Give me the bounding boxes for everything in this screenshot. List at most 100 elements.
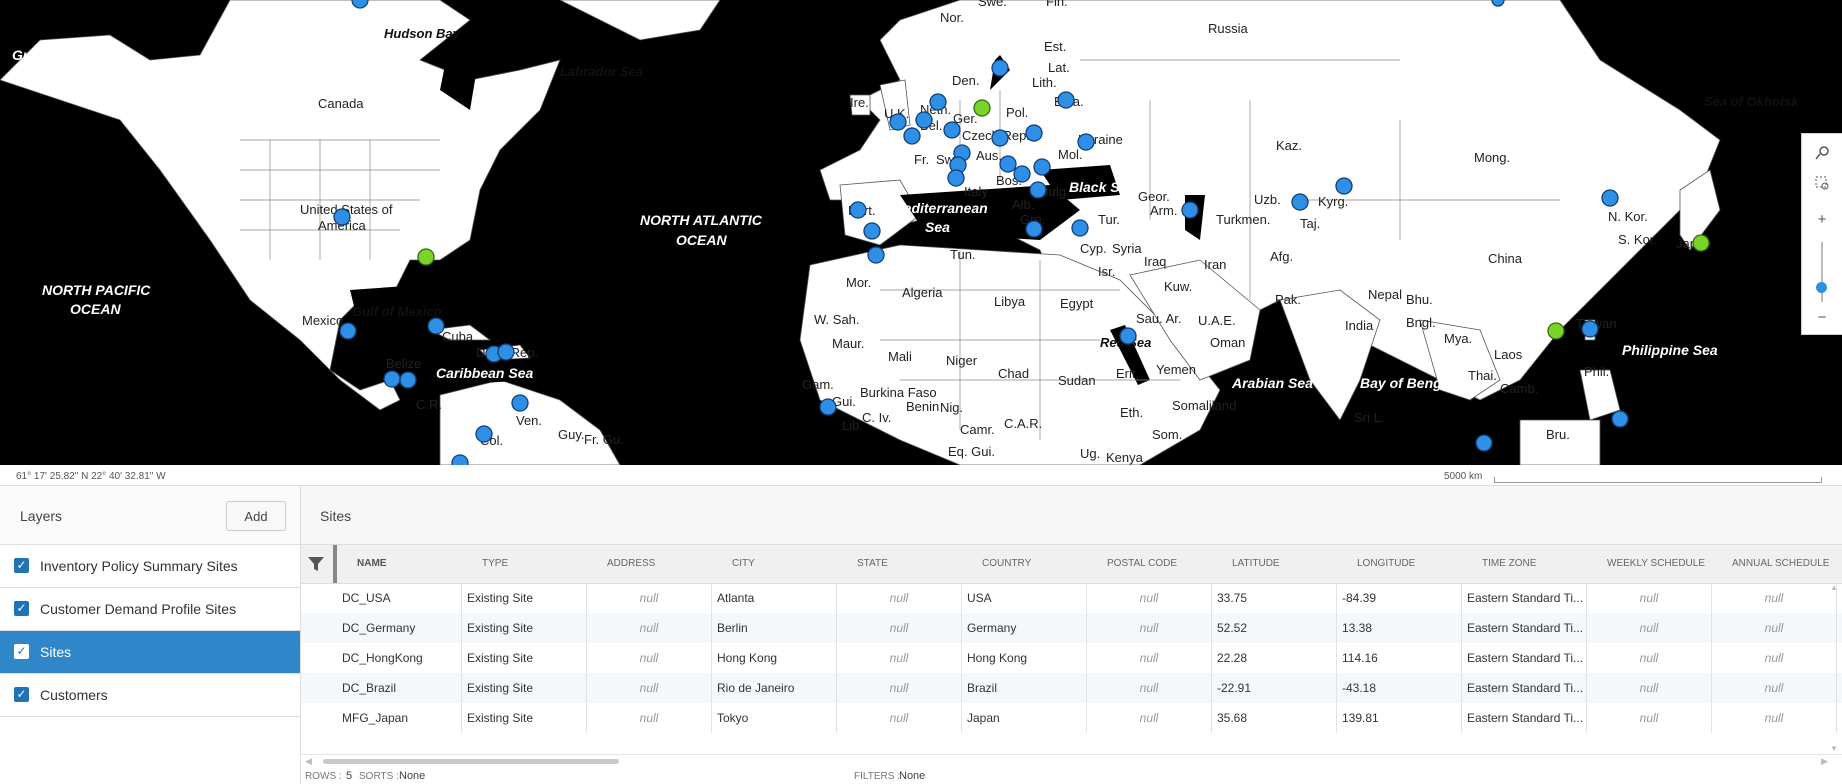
cell-city[interactable]: Tokyo bbox=[712, 703, 837, 733]
zoom-slider-track[interactable] bbox=[1821, 242, 1823, 302]
map-pin[interactable] bbox=[1057, 91, 1075, 109]
add-layer-button[interactable]: Add bbox=[226, 501, 286, 531]
cell-postal-code[interactable]: null bbox=[1087, 583, 1212, 613]
cell-address[interactable]: null bbox=[587, 613, 712, 643]
map-pin[interactable] bbox=[991, 129, 1009, 147]
cell-country[interactable]: Hong Kong bbox=[962, 643, 1087, 673]
map-pin[interactable] bbox=[427, 317, 445, 335]
column-header-time-zone[interactable]: TIME ZONE bbox=[1482, 545, 1536, 583]
zoom-out-button[interactable]: − bbox=[1802, 304, 1842, 330]
column-header-annual-schedule[interactable]: ANNUAL SCHEDULE bbox=[1732, 545, 1829, 583]
cell-type[interactable]: Existing Site bbox=[462, 703, 587, 733]
map-pin[interactable] bbox=[1475, 434, 1493, 452]
table-row[interactable]: DC_HongKong Existing Site null Hong Kong nul… bbox=[301, 643, 1842, 673]
map-pin[interactable] bbox=[1601, 189, 1619, 207]
map-pin[interactable] bbox=[1033, 158, 1051, 176]
table-row[interactable]: DC_Germany Existing Site null Berlin null Ger… bbox=[301, 613, 1842, 643]
cell-postal-code[interactable]: null bbox=[1087, 613, 1212, 643]
map-pin[interactable] bbox=[1077, 133, 1095, 151]
filter-icon[interactable] bbox=[307, 555, 325, 573]
column-header-state[interactable]: STATE bbox=[857, 545, 888, 583]
cell-name[interactable]: MFG_Japan bbox=[337, 703, 462, 733]
cell-longitude[interactable]: -43.18 bbox=[1337, 673, 1462, 703]
cell-type[interactable]: Existing Site bbox=[462, 613, 587, 643]
map-pin[interactable] bbox=[1013, 165, 1031, 183]
map-pin[interactable] bbox=[1611, 410, 1629, 428]
column-header-weekly-schedule[interactable]: WEEKLY SCHEDULE bbox=[1607, 545, 1705, 583]
column-header-latitude[interactable]: LATITUDE bbox=[1232, 545, 1280, 583]
scroll-down-icon[interactable]: ▼ bbox=[1830, 744, 1838, 753]
map-pin[interactable] bbox=[819, 398, 837, 416]
map-pin[interactable] bbox=[1029, 181, 1047, 199]
column-header-postal-code[interactable]: POSTAL CODE bbox=[1107, 545, 1177, 583]
cell-name[interactable]: DC_Brazil bbox=[337, 673, 462, 703]
cell-annual-schedule[interactable]: null bbox=[1712, 583, 1837, 613]
cell-type[interactable]: Existing Site bbox=[462, 643, 587, 673]
layer-item-inventory-policy-summary-sites[interactable]: ✓ Inventory Policy Summary Sites bbox=[0, 545, 300, 588]
cell-address[interactable]: null bbox=[587, 643, 712, 673]
layer-item-sites[interactable]: ✓ Sites bbox=[0, 631, 300, 674]
select-pointer-icon[interactable] bbox=[1802, 140, 1842, 166]
cell-latitude[interactable]: -22.91 bbox=[1212, 673, 1337, 703]
cell-postal-code[interactable]: null bbox=[1087, 673, 1212, 703]
cell-address[interactable]: null bbox=[587, 703, 712, 733]
layer-item-customer-demand-profile-sites[interactable]: ✓ Customer Demand Profile Sites bbox=[0, 588, 300, 631]
map-pin[interactable] bbox=[947, 169, 965, 187]
cell-name[interactable]: DC_USA bbox=[337, 583, 462, 613]
cell-latitude[interactable]: 22.28 bbox=[1212, 643, 1337, 673]
cell-country[interactable]: Brazil bbox=[962, 673, 1087, 703]
cell-city[interactable]: Rio de Janeiro bbox=[712, 673, 837, 703]
cell-country[interactable]: Germany bbox=[962, 613, 1087, 643]
cell-latitude[interactable]: 33.75 bbox=[1212, 583, 1337, 613]
map-pin-dc-hongkong[interactable] bbox=[1547, 322, 1565, 340]
map-view[interactable]: Gulf of Alaska Hudson Bay Labrador Sea N… bbox=[0, 0, 1842, 465]
cell-state[interactable]: null bbox=[837, 583, 962, 613]
cell-country[interactable]: Japan bbox=[962, 703, 1087, 733]
cell-longitude[interactable]: 13.38 bbox=[1337, 613, 1462, 643]
cell-latitude[interactable]: 35.68 bbox=[1212, 703, 1337, 733]
map-pin[interactable] bbox=[1025, 124, 1043, 142]
cell-name[interactable]: DC_HongKong bbox=[337, 643, 462, 673]
cell-weekly-schedule[interactable]: null bbox=[1587, 613, 1712, 643]
map-pin[interactable] bbox=[339, 322, 357, 340]
cell-name[interactable]: DC_Germany bbox=[337, 613, 462, 643]
map-pin[interactable] bbox=[849, 201, 867, 219]
cell-weekly-schedule[interactable]: null bbox=[1587, 583, 1712, 613]
cell-weekly-schedule[interactable]: null bbox=[1587, 643, 1712, 673]
map-pin[interactable] bbox=[1119, 327, 1137, 345]
column-header-country[interactable]: COUNTRY bbox=[982, 545, 1031, 583]
map-pin[interactable] bbox=[867, 246, 885, 264]
cell-annual-schedule[interactable]: null bbox=[1712, 643, 1837, 673]
layer-item-customers[interactable]: ✓ Customers bbox=[0, 674, 300, 717]
map-pin[interactable] bbox=[1291, 193, 1309, 211]
map-pin[interactable] bbox=[1025, 220, 1043, 238]
cell-time-zone[interactable]: Eastern Standard Ti... bbox=[1462, 583, 1587, 613]
checkbox-icon[interactable]: ✓ bbox=[14, 687, 29, 702]
vertical-scrollbar[interactable]: ▲ ▼ bbox=[1830, 583, 1840, 753]
world-map[interactable]: Gulf of Alaska Hudson Bay Labrador Sea N… bbox=[0, 0, 1842, 465]
cell-longitude[interactable]: 114.16 bbox=[1337, 643, 1462, 673]
map-pin[interactable] bbox=[497, 343, 515, 361]
cell-state[interactable]: null bbox=[837, 703, 962, 733]
box-zoom-icon[interactable] bbox=[1802, 170, 1842, 196]
map-pin[interactable] bbox=[1071, 219, 1089, 237]
map-pin[interactable] bbox=[915, 111, 933, 129]
cell-city[interactable]: Hong Kong bbox=[712, 643, 837, 673]
map-pin[interactable] bbox=[863, 222, 881, 240]
cell-state[interactable]: null bbox=[837, 613, 962, 643]
column-header-city[interactable]: CITY bbox=[732, 545, 755, 583]
cell-time-zone[interactable]: Eastern Standard Ti... bbox=[1462, 673, 1587, 703]
column-header-address[interactable]: ADDRESS bbox=[607, 545, 655, 583]
map-pin-dc-germany[interactable] bbox=[973, 99, 991, 117]
map-pin[interactable] bbox=[1181, 201, 1199, 219]
table-row[interactable]: DC_USA Existing Site null Atlanta null USA nul… bbox=[301, 583, 1842, 613]
map-pin[interactable] bbox=[943, 121, 961, 139]
scroll-up-icon[interactable]: ▲ bbox=[1830, 583, 1838, 592]
cell-state[interactable]: null bbox=[837, 673, 962, 703]
map-pin[interactable] bbox=[511, 394, 529, 412]
cell-latitude[interactable]: 52.52 bbox=[1212, 613, 1337, 643]
map-pin[interactable] bbox=[999, 155, 1017, 173]
cell-annual-schedule[interactable]: null bbox=[1712, 673, 1837, 703]
cell-time-zone[interactable]: Eastern Standard Ti... bbox=[1462, 703, 1587, 733]
map-pin[interactable] bbox=[383, 370, 401, 388]
